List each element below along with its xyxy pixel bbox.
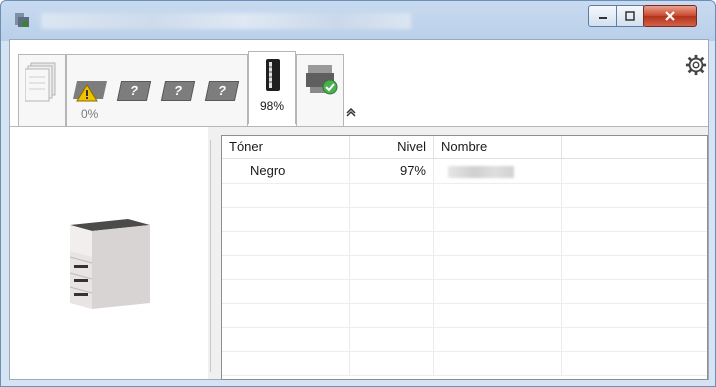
table-row[interactable]: Negro 97% xyxy=(222,159,707,184)
maximize-button[interactable] xyxy=(616,5,644,27)
chevron-up-icon[interactable] xyxy=(345,108,357,118)
list-header: Tóner Nivel Nombre xyxy=(222,136,707,159)
level-cell: 97% xyxy=(350,159,434,183)
minimize-icon xyxy=(598,17,607,19)
black-toner-level: 98% xyxy=(260,99,285,113)
table-row xyxy=(222,183,707,208)
status-toolbar: 0% ? ? ? 98% xyxy=(10,40,708,127)
table-row xyxy=(222,207,707,232)
toner-unknown-icon: ? xyxy=(160,81,196,101)
tab-black-toner[interactable]: 98% xyxy=(248,51,296,124)
toner-unknown-icon: ? xyxy=(116,81,152,101)
device-preview-pane xyxy=(10,127,208,379)
table-row xyxy=(222,303,707,328)
printer-illustration xyxy=(69,219,150,309)
tab-device[interactable] xyxy=(296,54,344,126)
tab-pages[interactable] xyxy=(18,54,66,126)
device-ok-icon xyxy=(306,65,338,95)
column-header-spacer xyxy=(562,136,707,158)
column-header-level[interactable]: Nivel xyxy=(350,136,434,158)
maximize-icon xyxy=(625,11,635,21)
toner-warning-icon xyxy=(73,81,107,102)
close-icon xyxy=(665,11,675,21)
table-row xyxy=(222,279,707,304)
table-row xyxy=(222,351,707,376)
gear-icon[interactable] xyxy=(685,54,707,76)
window-title-redacted xyxy=(41,13,411,29)
toner-list: Tóner Nivel Nombre Negro 97% xyxy=(221,135,708,380)
table-row xyxy=(222,255,707,280)
status-monitor-window: 0% ? ? ? 98% Tóner Nivel Nombre Negro 97… xyxy=(0,0,716,387)
pane-divider[interactable] xyxy=(210,140,211,372)
toner-unknown-icon: ? xyxy=(204,81,240,101)
close-button[interactable] xyxy=(643,5,697,27)
title-bar[interactable] xyxy=(1,1,715,39)
toner-level-label: 0% xyxy=(81,107,99,121)
pages-stack-icon xyxy=(25,62,56,102)
table-row xyxy=(222,327,707,352)
column-header-toner[interactable]: Tóner xyxy=(222,136,350,158)
tab-toner-colors[interactable]: 0% ? ? ? xyxy=(66,54,248,126)
toner-cell: Negro xyxy=(222,159,350,183)
column-header-name[interactable]: Nombre xyxy=(434,136,562,158)
minimize-button[interactable] xyxy=(588,5,617,27)
toner-cartridge-icon xyxy=(266,59,280,91)
client-area: 0% ? ? ? 98% Tóner Nivel Nombre Negro 97… xyxy=(9,39,709,380)
table-row xyxy=(222,231,707,256)
name-redacted xyxy=(448,166,514,178)
printer-app-icon xyxy=(15,13,29,27)
